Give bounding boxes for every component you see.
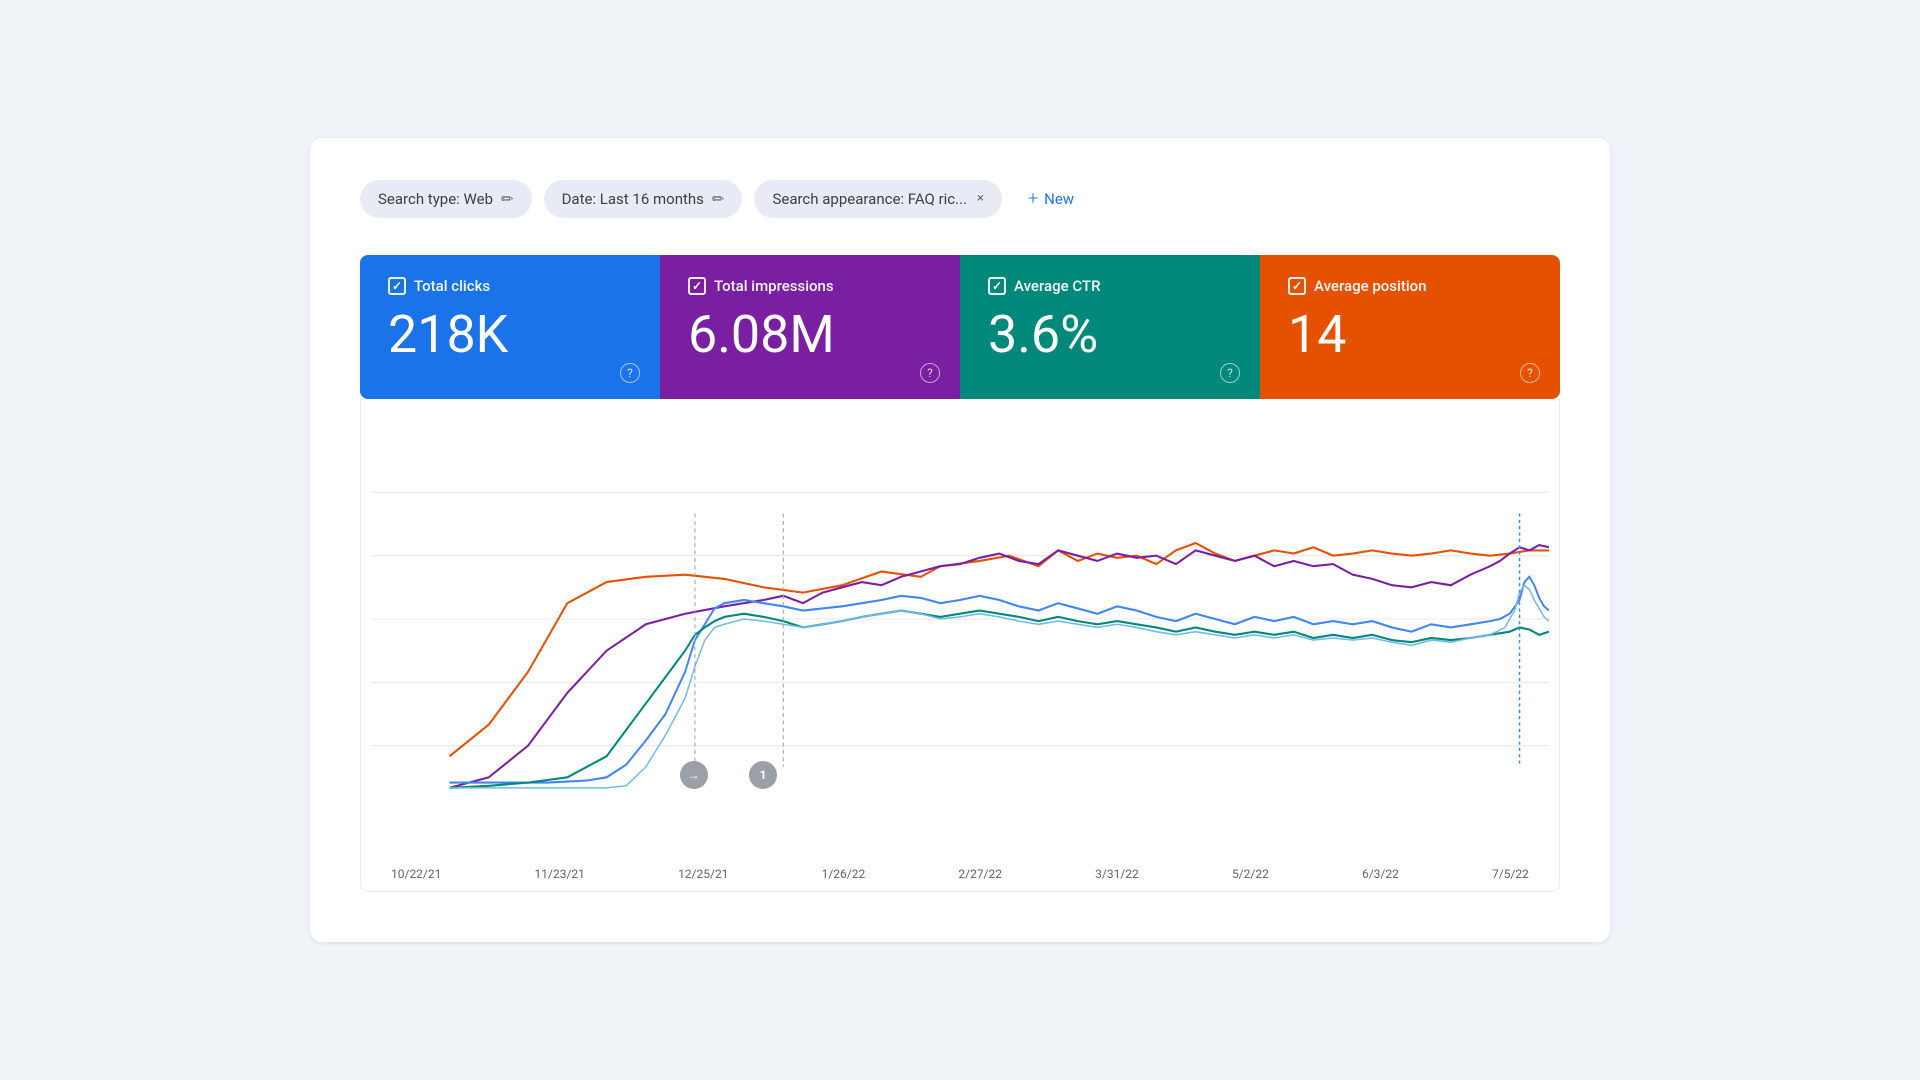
clicks-help-icon[interactable]: ?: [620, 363, 640, 383]
position-value: 14: [1288, 309, 1532, 361]
metric-card-position[interactable]: Average position 14 ?: [1260, 255, 1560, 399]
impressions-help-icon[interactable]: ?: [920, 363, 940, 383]
search-type-label: Search type: Web: [378, 190, 493, 208]
impressions-label: Total impressions: [714, 277, 834, 295]
clicks-line: [450, 577, 1549, 783]
date-label: Date: Last 16 months: [562, 190, 704, 208]
position-line: [450, 543, 1549, 756]
plus-icon: +: [1028, 188, 1038, 209]
clicks-value: 218K: [388, 309, 632, 361]
performance-chart: [371, 429, 1549, 809]
x-label-6: 3/31/22: [1095, 867, 1139, 881]
date-edit-icon: ✏: [712, 190, 725, 208]
search-appearance-label: Search appearance: FAQ ric...: [772, 190, 967, 208]
main-container: Search type: Web ✏ Date: Last 16 months …: [310, 138, 1610, 942]
search-type-edit-icon: ✏: [501, 190, 514, 208]
ctr-help-icon[interactable]: ?: [1220, 363, 1240, 383]
search-type-filter[interactable]: Search type: Web ✏: [360, 180, 532, 218]
new-filter-button[interactable]: + New: [1014, 178, 1088, 219]
marker-number-1[interactable]: 1: [749, 761, 777, 789]
clicks-header: Total clicks: [388, 277, 632, 295]
filter-bar: Search type: Web ✏ Date: Last 16 months …: [360, 178, 1560, 219]
x-label-3: 12/25/21: [678, 867, 728, 881]
metric-card-impressions[interactable]: Total impressions 6.08M ?: [660, 255, 960, 399]
x-label-5: 2/27/22: [958, 867, 1002, 881]
ctr-checkbox[interactable]: [988, 277, 1006, 295]
ctr-label: Average CTR: [1014, 277, 1101, 295]
date-filter[interactable]: Date: Last 16 months ✏: [544, 180, 743, 218]
x-label-7: 5/2/22: [1232, 867, 1269, 881]
chart-area: → 1 10/22/21 11/23/21 12/25/21 1/26/22 2…: [360, 399, 1560, 892]
impressions-checkbox[interactable]: [688, 277, 706, 295]
search-appearance-close-icon[interactable]: ×: [977, 191, 984, 206]
position-header: Average position: [1288, 277, 1532, 295]
x-label-9: 7/5/22: [1492, 867, 1529, 881]
clicks-checkbox[interactable]: [388, 277, 406, 295]
secondary-line: [450, 585, 1549, 788]
timeline-markers: → 1: [381, 813, 1539, 849]
x-label-1: 10/22/21: [391, 867, 441, 881]
ctr-line: [450, 611, 1549, 788]
ctr-header: Average CTR: [988, 277, 1232, 295]
marker-arrow[interactable]: →: [680, 761, 708, 789]
impressions-value: 6.08M: [688, 309, 932, 361]
x-label-4: 1/26/22: [822, 867, 866, 881]
new-button-label: New: [1044, 190, 1074, 208]
x-axis: 10/22/21 11/23/21 12/25/21 1/26/22 2/27/…: [371, 857, 1549, 881]
metric-card-clicks[interactable]: Total clicks 218K ?: [360, 255, 660, 399]
position-checkbox[interactable]: [1288, 277, 1306, 295]
position-help-icon[interactable]: ?: [1520, 363, 1540, 383]
impressions-header: Total impressions: [688, 277, 932, 295]
position-label: Average position: [1314, 277, 1427, 295]
x-label-2: 11/23/21: [535, 867, 585, 881]
metric-cards: Total clicks 218K ? Total impressions 6.…: [360, 255, 1560, 399]
search-appearance-filter[interactable]: Search appearance: FAQ ric... ×: [754, 180, 1002, 218]
clicks-label: Total clicks: [414, 277, 490, 295]
ctr-value: 3.6%: [988, 309, 1232, 361]
metric-card-ctr[interactable]: Average CTR 3.6% ?: [960, 255, 1260, 399]
x-label-8: 6/3/22: [1362, 867, 1399, 881]
